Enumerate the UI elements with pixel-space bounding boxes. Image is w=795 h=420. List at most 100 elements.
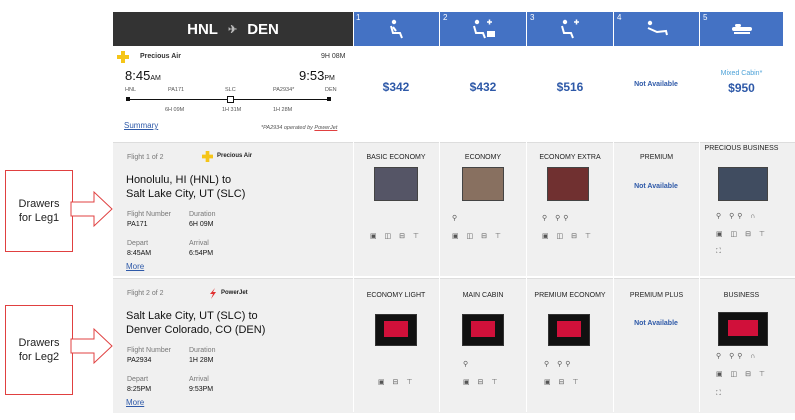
leg2-more-link[interactable]: More xyxy=(126,398,144,407)
flight-summary: Precious Air 9H 08M 8:45AM 9:53PM HNL PA… xyxy=(113,46,353,141)
cabin-header-4[interactable]: 4 xyxy=(614,12,699,46)
flat-bed-amenity-icon: ⛶ xyxy=(716,248,724,255)
stop-marker xyxy=(327,97,331,101)
airline-logo-icon xyxy=(202,151,213,162)
cabin-number: 4 xyxy=(617,13,622,22)
cabin-header-2[interactable]: 2 xyxy=(440,12,526,46)
leg2-cabin-1-name: ECONOMY LIGHT xyxy=(366,292,426,299)
flight-number-label: Flight Number xyxy=(127,211,171,218)
seat-plus-icon xyxy=(561,19,579,39)
cabin-header-1[interactable]: 1 xyxy=(353,12,439,46)
leg1-depart: 8:45AM xyxy=(127,250,152,257)
mixed-cabin-note: Mixed Cabin* xyxy=(720,70,763,77)
cabin-number: 3 xyxy=(530,13,535,22)
leg1-flight-label: Flight 1 of 2 xyxy=(127,154,164,161)
stop-marker xyxy=(126,97,130,101)
destination-code: DEN xyxy=(247,20,279,38)
amenity-icons: ▣ ⊟ ⊤ xyxy=(463,379,501,386)
route-header: HNL ✈ DEN xyxy=(113,12,353,46)
price-cabin-1[interactable]: $342 xyxy=(353,80,439,94)
duration-label: Duration xyxy=(189,347,216,354)
leg2-arrival: 9:53PM xyxy=(189,386,214,393)
leg1-cabin-4-name: PREMIUM xyxy=(639,154,674,161)
cabin-photo[interactable] xyxy=(374,167,418,201)
cabin-number: 5 xyxy=(703,13,708,22)
leg2-route: Salt Lake City, UT (SLC) to Denver Colora… xyxy=(126,310,266,336)
amenity-icons: ▣ ⊟ ⊤ xyxy=(378,379,416,386)
cabin-number: 2 xyxy=(443,13,448,22)
column-divider xyxy=(526,12,527,412)
leg1-arrival: 6:54PM xyxy=(189,250,214,257)
cabin-seat-image[interactable] xyxy=(375,314,417,346)
leg1-cabin-4-unavailable: Not Available xyxy=(634,183,678,190)
drawer-separator xyxy=(113,142,795,143)
leg2-cabin-3-name: PREMIUM ECONOMY xyxy=(534,292,606,299)
leg1-route: Honolulu, HI (HNL) to Salt Lake City, UT … xyxy=(126,174,246,200)
price-cabin-5[interactable]: $950 xyxy=(700,81,783,95)
column-divider xyxy=(699,12,700,412)
leg1-cabin-5-name: PRECIOUS BUSINESS xyxy=(704,145,779,152)
operated-note: *PA2934 operated by PowerJet xyxy=(261,125,338,131)
stop-label: SLC xyxy=(225,87,236,93)
stop-label: PA171 xyxy=(168,87,185,93)
cabin-header-3[interactable]: 3 xyxy=(527,12,613,46)
segment-duration: 1H 28M xyxy=(273,107,293,113)
price-cabin-2[interactable]: $432 xyxy=(440,80,526,94)
cabin-photo[interactable] xyxy=(547,167,589,201)
cabin-seat-image[interactable] xyxy=(548,314,590,346)
leg2-cabin-2-name: MAIN CABIN xyxy=(462,292,504,299)
price-cabin-4-unavailable: Not Available xyxy=(634,81,678,88)
leg2-flight-label: Flight 2 of 2 xyxy=(127,290,164,297)
segment-duration: 1H 31M xyxy=(222,107,242,113)
cabin-seat-image[interactable] xyxy=(462,314,504,346)
summary-duration: 9H 08M xyxy=(321,53,346,60)
leg2-cabin-5-name: BUSINESS xyxy=(723,292,760,299)
duration-label: Duration xyxy=(189,211,216,218)
cabin-number: 1 xyxy=(356,13,361,22)
depart-label: Depart xyxy=(127,376,149,383)
leg1-more-link[interactable]: More xyxy=(126,262,144,271)
column-divider xyxy=(613,12,614,412)
leg1-cabin-1-name: BASIC ECONOMY xyxy=(366,154,426,161)
seat-amenity-icon: ⚲ xyxy=(463,361,472,368)
seat-amenity-icon: ⚲ ⚲⚲ xyxy=(542,215,572,222)
depart-label: Depart xyxy=(127,240,149,247)
leg2-depart: 8:25PM xyxy=(127,386,152,393)
segment-duration: 6H 09M xyxy=(165,107,185,113)
flat-bed-amenity-icon: ⛶ xyxy=(716,390,724,397)
leg1-cabin-2-name: ECONOMY xyxy=(464,154,502,161)
stop-marker xyxy=(227,96,234,103)
airline-logo-icon xyxy=(117,51,129,63)
summary-airline: Precious Air xyxy=(140,53,181,60)
plane-icon: ✈ xyxy=(227,23,238,36)
amenity-icons: ▣ ◫ ⊟ ⊤ xyxy=(716,371,769,378)
callout-leg1: Drawers for Leg1 xyxy=(5,170,73,252)
cabin-photo[interactable] xyxy=(718,167,768,201)
amenity-icons: ▣ ◫ ⊟ ⊤ xyxy=(370,233,423,240)
leg1-flight-number: PA171 xyxy=(127,221,148,228)
callout-arrow-icon xyxy=(70,327,113,365)
seat-plus-icon xyxy=(473,19,495,39)
stop-label: DEN xyxy=(325,87,337,93)
arrival-label: Arrival xyxy=(189,376,209,383)
leg2-airline: PowerJet xyxy=(221,290,248,296)
cabin-photo[interactable] xyxy=(462,167,504,201)
leg1-drawer[interactable] xyxy=(113,142,795,276)
summary-link[interactable]: Summary xyxy=(124,121,158,130)
leg1-duration: 6H 09M xyxy=(189,221,214,228)
leg1-airline: Precious Air xyxy=(217,153,253,159)
callout-arrow-icon xyxy=(70,190,113,228)
cabin-header-5[interactable]: 5 xyxy=(700,12,783,46)
seat-amenity-icon: ⚲ ⚲⚲ ∩ xyxy=(716,353,759,360)
cabin-seat-image[interactable] xyxy=(718,312,768,346)
leg1-cabin-3-name: ECONOMY EXTRA xyxy=(539,154,601,161)
amenity-icons: ▣ ⊟ ⊤ xyxy=(544,379,582,386)
origin-code: HNL xyxy=(187,20,218,38)
powerjet-logo-icon xyxy=(210,288,216,299)
leg2-cabin-4-unavailable: Not Available xyxy=(634,320,678,327)
leg2-cabin-4-name: PREMIUM PLUS xyxy=(629,292,684,299)
flight-number-label: Flight Number xyxy=(127,347,171,354)
arrival-label: Arrival xyxy=(189,240,209,247)
price-cabin-3[interactable]: $516 xyxy=(527,80,613,94)
amenity-icons: ▣ ◫ ⊟ ⊤ xyxy=(542,233,595,240)
